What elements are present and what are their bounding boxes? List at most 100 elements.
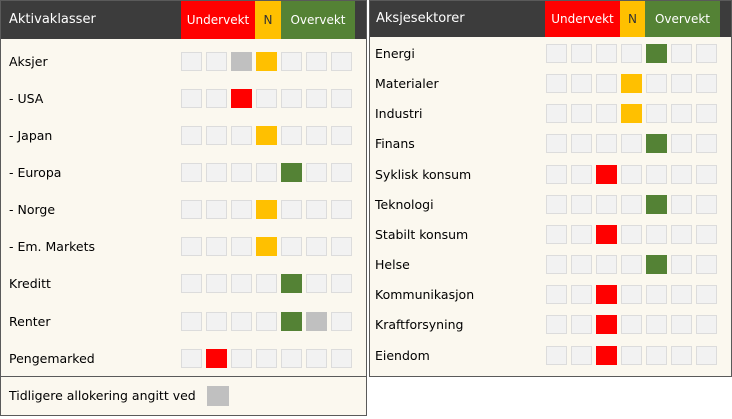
scale-cell — [181, 200, 202, 219]
scale-cell — [281, 237, 302, 256]
allocation-row: Pengemarked — [1, 349, 366, 369]
scale-cell — [206, 274, 227, 293]
scale-cell — [646, 315, 667, 334]
scale-cell — [696, 104, 717, 123]
allocation-row: - Em. Markets — [1, 237, 366, 257]
equity-sector-title: Aksjesektorer — [376, 11, 465, 26]
scale-cell — [206, 237, 227, 256]
scale-cell — [281, 349, 302, 368]
scale-cell — [331, 52, 352, 71]
scale-cell — [646, 74, 667, 93]
scale-cell — [646, 104, 667, 123]
row-label: Teknologi — [375, 197, 434, 212]
scale-cell — [621, 346, 642, 365]
scale-cell — [571, 44, 592, 63]
scale-cell — [331, 274, 352, 293]
scale-cell — [671, 44, 692, 63]
row-label: - Japan — [9, 128, 53, 143]
row-label: Aksjer — [9, 54, 48, 69]
scale-cell — [621, 225, 642, 244]
scale-cell — [571, 104, 592, 123]
scale-cell — [256, 274, 277, 293]
current-allocation-cell — [281, 274, 302, 293]
scale-cell — [571, 315, 592, 334]
scale-cell — [546, 225, 567, 244]
scale-cell — [646, 165, 667, 184]
scale-cell — [571, 195, 592, 214]
scale-cell — [281, 126, 302, 145]
row-label: Industri — [375, 106, 423, 121]
allocation-row: Industri — [370, 104, 731, 124]
row-label: Materialer — [375, 76, 439, 91]
scale-cell — [571, 165, 592, 184]
row-label: - Em. Markets — [9, 239, 95, 254]
scale-cell — [546, 104, 567, 123]
scale-cell — [596, 195, 617, 214]
scale-cell — [231, 200, 252, 219]
scale-cell — [181, 312, 202, 331]
scale-cell — [696, 74, 717, 93]
underweight-header: Undervekt — [545, 1, 620, 37]
scale-cell — [621, 165, 642, 184]
current-allocation-cell — [646, 255, 667, 274]
scale-cell — [596, 134, 617, 153]
scale-cell — [306, 237, 327, 256]
scale-cell — [206, 52, 227, 71]
row-label: Syklisk konsum — [375, 167, 472, 182]
scale-cell — [571, 134, 592, 153]
scale-cell — [696, 134, 717, 153]
scale-cell — [181, 89, 202, 108]
scale-cell — [306, 349, 327, 368]
legend-divider — [1, 376, 366, 377]
current-allocation-cell — [281, 163, 302, 182]
row-label: Kommunikasjon — [375, 287, 475, 302]
current-allocation-cell — [206, 349, 227, 368]
current-allocation-cell — [256, 200, 277, 219]
scale-cell — [646, 225, 667, 244]
allocation-row: Teknologi — [370, 195, 731, 215]
scale-cell — [671, 195, 692, 214]
neutral-header: N — [620, 1, 645, 37]
asset-class-header: Aktivaklasser Undervekt N Overvekt — [1, 1, 366, 39]
scale-cell — [696, 285, 717, 304]
current-allocation-cell — [596, 315, 617, 334]
overweight-header: Overvekt — [645, 1, 720, 37]
row-label: Eiendom — [375, 348, 430, 363]
scale-cell — [596, 255, 617, 274]
asset-class-title: Aktivaklasser — [9, 12, 96, 27]
current-allocation-cell — [256, 237, 277, 256]
scale-cell — [546, 74, 567, 93]
current-allocation-cell — [596, 346, 617, 365]
allocation-row: Eiendom — [370, 346, 731, 366]
scale-cell — [696, 165, 717, 184]
neutral-header: N — [255, 1, 281, 39]
scale-cell — [331, 89, 352, 108]
scale-cell — [306, 163, 327, 182]
allocation-row: Aksjer — [1, 52, 366, 72]
allocation-row: Finans — [370, 134, 731, 154]
scale-cell — [621, 44, 642, 63]
scale-cell — [306, 200, 327, 219]
scale-cell — [306, 52, 327, 71]
scale-cell — [671, 315, 692, 334]
current-allocation-cell — [621, 74, 642, 93]
scale-cell — [231, 237, 252, 256]
current-allocation-cell — [231, 89, 252, 108]
scale-cell — [696, 346, 717, 365]
current-allocation-cell — [646, 44, 667, 63]
scale-cell — [181, 349, 202, 368]
scale-cell — [571, 225, 592, 244]
row-label: Helse — [375, 257, 410, 272]
scale-cell — [281, 52, 302, 71]
allocation-row: Stabilt konsum — [370, 225, 731, 245]
scale-cell — [546, 315, 567, 334]
allocation-row: - Japan — [1, 126, 366, 146]
scale-cell — [546, 346, 567, 365]
asset-class-panel: Aktivaklasser Undervekt N Overvekt Aksje… — [0, 0, 367, 416]
scale-cell — [596, 44, 617, 63]
previous-allocation-cell — [306, 312, 327, 331]
scale-cell — [231, 126, 252, 145]
scale-cell — [231, 349, 252, 368]
scale-cell — [621, 255, 642, 274]
scale-cell — [571, 255, 592, 274]
